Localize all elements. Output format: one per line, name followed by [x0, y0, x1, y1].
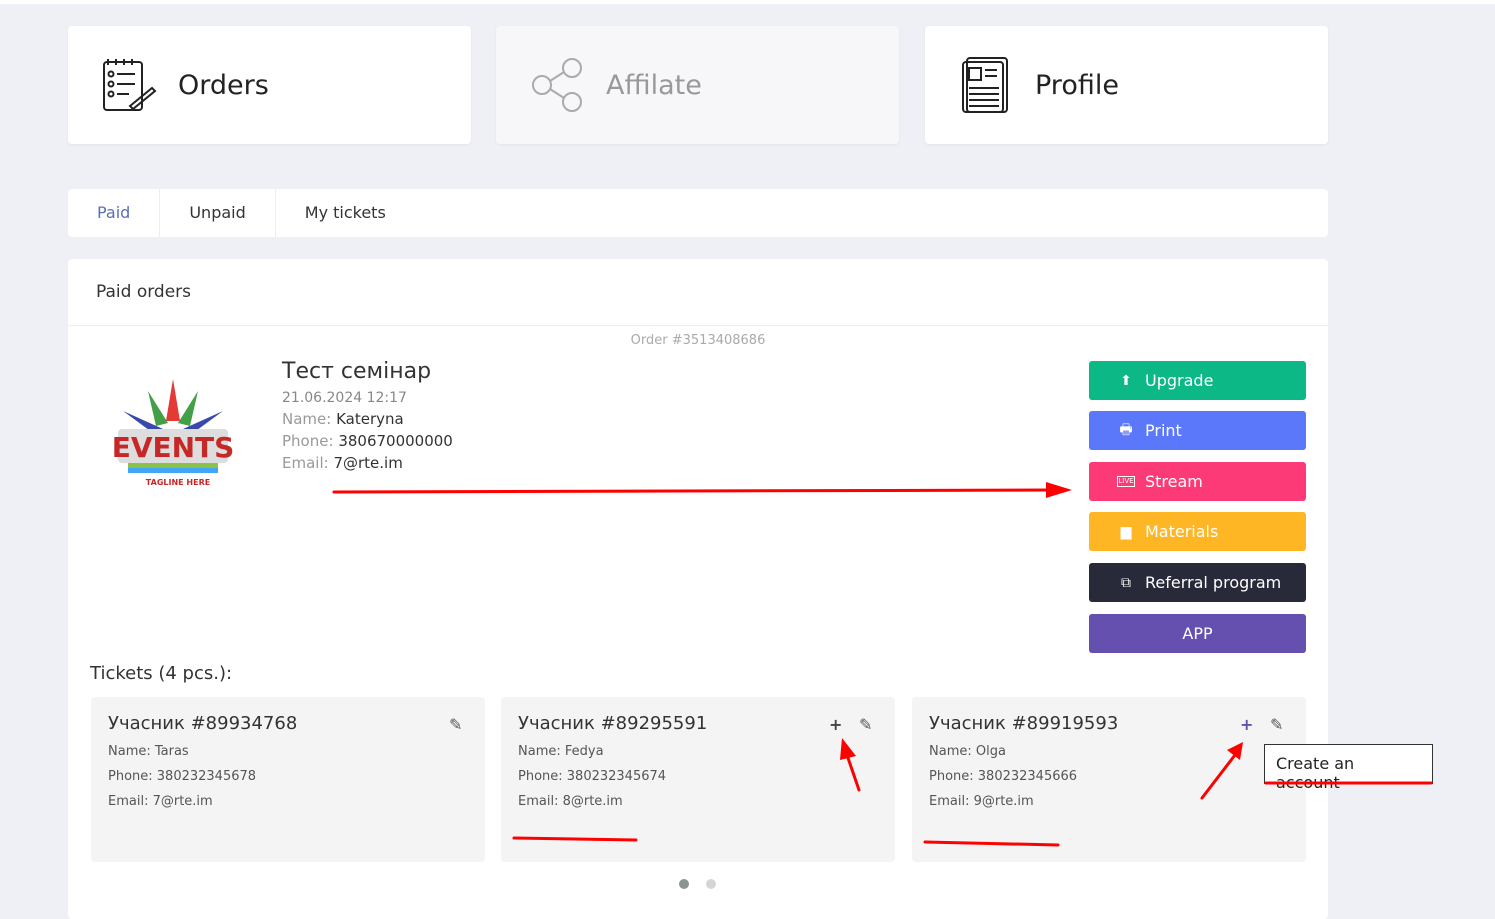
ticket-name: Name: Taras	[108, 744, 189, 759]
order-number: Order #3513408686	[630, 333, 766, 348]
buyer-name: Name: Kateryna	[282, 410, 404, 428]
tab-my-tickets[interactable]: My tickets	[276, 189, 415, 237]
buyer-phone: Phone: 380670000000	[282, 432, 453, 450]
affiliate-network-icon	[532, 58, 582, 112]
orders-card[interactable]: Orders	[68, 26, 471, 144]
stream-button[interactable]: LIVE Stream	[1089, 462, 1306, 501]
create-account-tooltip: Create an account	[1264, 744, 1433, 792]
print-button[interactable]: 🖶 Print	[1089, 411, 1306, 450]
profile-label: Profile	[1035, 69, 1119, 101]
top-bar	[0, 0, 1495, 4]
arrow-up-icon: ⬆	[1120, 372, 1132, 389]
carousel-dot-active[interactable]	[679, 879, 689, 889]
edit-icon[interactable]: ✎	[1270, 715, 1283, 734]
ticket-email: Email: 8@rte.im	[518, 794, 623, 809]
live-icon: LIVE	[1117, 476, 1135, 487]
panel-title: Paid orders	[68, 259, 1328, 326]
ticket-email: Email: 7@rte.im	[108, 794, 213, 809]
referral-puzzle-icon: ⧉	[1121, 574, 1131, 591]
order-date: 21.06.2024 12:17	[282, 390, 407, 406]
order-info: Тест семінар 21.06.2024 12:17 Name: Kate…	[282, 359, 453, 472]
ticket-card: Учасник #89934768 Name: Taras Phone: 380…	[91, 697, 485, 862]
ticket-title: Учасник #89919593	[929, 713, 1119, 734]
ticket-title: Учасник #89295591	[518, 713, 708, 734]
affiliate-card[interactable]: Affilate	[496, 26, 899, 144]
order-tabs: Paid Unpaid My tickets	[68, 189, 1328, 237]
referral-program-button[interactable]: ⧉ Referral program	[1089, 563, 1306, 602]
edit-icon[interactable]: ✎	[859, 715, 872, 734]
ticket-phone: Phone: 380232345678	[108, 769, 257, 784]
ticket-email: Email: 9@rte.im	[929, 794, 1034, 809]
tickets-heading: Tickets (4 pcs.):	[90, 663, 233, 684]
paid-orders-panel: Paid orders Order #3513408686 EVENTS TAG…	[68, 259, 1328, 919]
ticket-name: Name: Fedya	[518, 744, 604, 759]
printer-icon: 🖶	[1119, 421, 1133, 438]
orders-checklist-icon	[103, 59, 157, 111]
app-button[interactable]: APP	[1089, 614, 1306, 653]
buyer-email: Email: 7@rte.im	[282, 454, 403, 472]
tab-unpaid[interactable]: Unpaid	[160, 189, 276, 237]
ticket-card: Учасник #89295591 Name: Fedya Phone: 380…	[501, 697, 895, 862]
ticket-card: Учасник #89919593 Name: Olga Phone: 3802…	[912, 697, 1306, 862]
ticket-title: Учасник #89934768	[108, 713, 298, 734]
event-title: Тест семінар	[282, 359, 432, 384]
events-logo: EVENTS TAGLINE HERE	[112, 379, 235, 487]
page-margin	[1440, 4, 1495, 911]
carousel-dot[interactable]	[706, 879, 716, 889]
edit-icon[interactable]: ✎	[449, 715, 462, 734]
tab-paid[interactable]: Paid	[68, 189, 161, 237]
svg-text:EVENTS: EVENTS	[112, 431, 235, 464]
materials-button[interactable]: ▆ Materials	[1089, 512, 1306, 551]
affiliate-label: Affilate	[606, 69, 702, 101]
folder-icon: ▆	[1120, 523, 1132, 540]
svg-text:TAGLINE HERE: TAGLINE HERE	[146, 478, 210, 487]
ticket-phone: Phone: 380232345674	[518, 769, 667, 784]
orders-label: Orders	[178, 69, 269, 101]
ticket-phone: Phone: 380232345666	[929, 769, 1078, 784]
profile-document-icon	[962, 57, 1008, 113]
upgrade-button[interactable]: ⬆ Upgrade	[1089, 361, 1306, 400]
plus-icon[interactable]: +	[829, 715, 842, 734]
profile-card[interactable]: Profile	[925, 26, 1328, 144]
ticket-name: Name: Olga	[929, 744, 1006, 759]
plus-icon[interactable]: +	[1240, 715, 1253, 734]
